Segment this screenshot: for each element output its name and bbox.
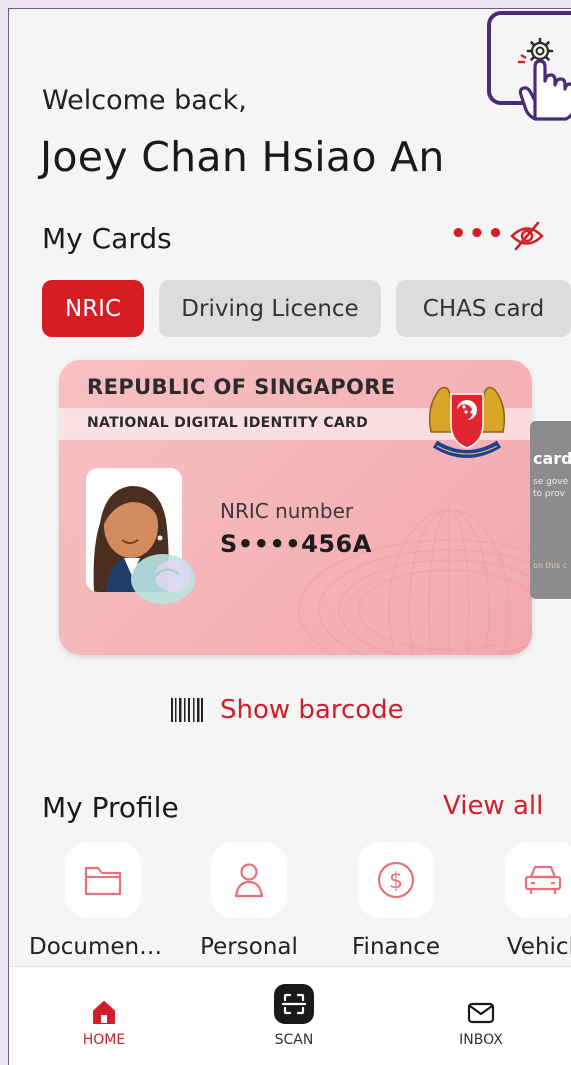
welcome-text: Welcome back, — [42, 85, 247, 116]
my-cards-title: My Cards — [42, 222, 172, 255]
profile-personal[interactable]: Personal — [189, 842, 309, 960]
profile-finance[interactable]: $ Finance — [336, 842, 456, 960]
nav-label: SCAN — [274, 1032, 314, 1048]
my-profile-title: My Profile — [42, 791, 179, 824]
profile-documents[interactable]: Documen… — [29, 842, 163, 960]
car-icon — [524, 865, 562, 894]
settings-button[interactable] — [487, 11, 571, 121]
eye-off-icon[interactable] — [509, 221, 545, 251]
nav-label: HOME — [82, 1032, 126, 1048]
gear-icon — [518, 37, 571, 121]
bottom-nav: HOME SCAN INBOX — [9, 966, 571, 1065]
tab-driving-licence[interactable]: Driving Licence — [159, 280, 381, 337]
next-card-footer: on this c — [533, 561, 568, 570]
show-barcode-label: Show barcode — [220, 695, 404, 725]
next-card-text: se gove to prov — [533, 477, 569, 499]
profile-label: Documen… — [29, 934, 163, 960]
next-card-preview[interactable]: card se gove to prov on this c — [530, 421, 571, 599]
user-name: Joey Chan Hsiao An — [40, 133, 445, 181]
show-barcode-button[interactable]: Show barcode — [171, 695, 404, 725]
singapore-crest-icon — [428, 386, 506, 458]
inbox-icon — [467, 1002, 495, 1024]
profile-label: Finance — [352, 934, 440, 960]
nav-label: INBOX — [459, 1032, 503, 1048]
nric-number-value: S••••456A — [220, 530, 372, 558]
scan-icon — [274, 984, 314, 1024]
home-icon — [93, 1001, 115, 1024]
card-issuer: REPUBLIC OF SINGAPORE — [87, 375, 396, 399]
nric-number-label: NRIC number — [220, 499, 354, 523]
card-type: NATIONAL DIGITAL IDENTITY CARD — [87, 415, 369, 431]
nav-scan[interactable]: SCAN — [234, 967, 354, 1048]
nav-home[interactable]: HOME — [44, 967, 164, 1048]
next-card-title: card — [533, 449, 571, 468]
nav-inbox[interactable]: INBOX — [421, 967, 541, 1048]
view-all-link[interactable]: View all — [443, 791, 543, 821]
barcode-icon — [171, 698, 203, 722]
profile-vehicle[interactable]: Vehicle — [483, 842, 571, 960]
tab-chas-card[interactable]: CHAS card — [396, 280, 571, 337]
profile-label: Personal — [200, 934, 298, 960]
profile-label: Vehicle — [506, 934, 571, 960]
tab-nric[interactable]: NRIC — [42, 280, 144, 337]
hologram-icon — [131, 554, 195, 604]
dollar-icon: $ — [377, 861, 415, 899]
nric-card[interactable]: REPUBLIC OF SINGAPORE NATIONAL DIGITAL I… — [59, 360, 532, 655]
svg-text:$: $ — [389, 869, 403, 894]
folder-icon — [84, 866, 122, 896]
app-screen: Welcome back, Joey Chan Hsiao An My Card… — [8, 8, 571, 1065]
more-dots-icon[interactable]: ••• — [450, 219, 506, 249]
person-icon — [234, 863, 264, 898]
